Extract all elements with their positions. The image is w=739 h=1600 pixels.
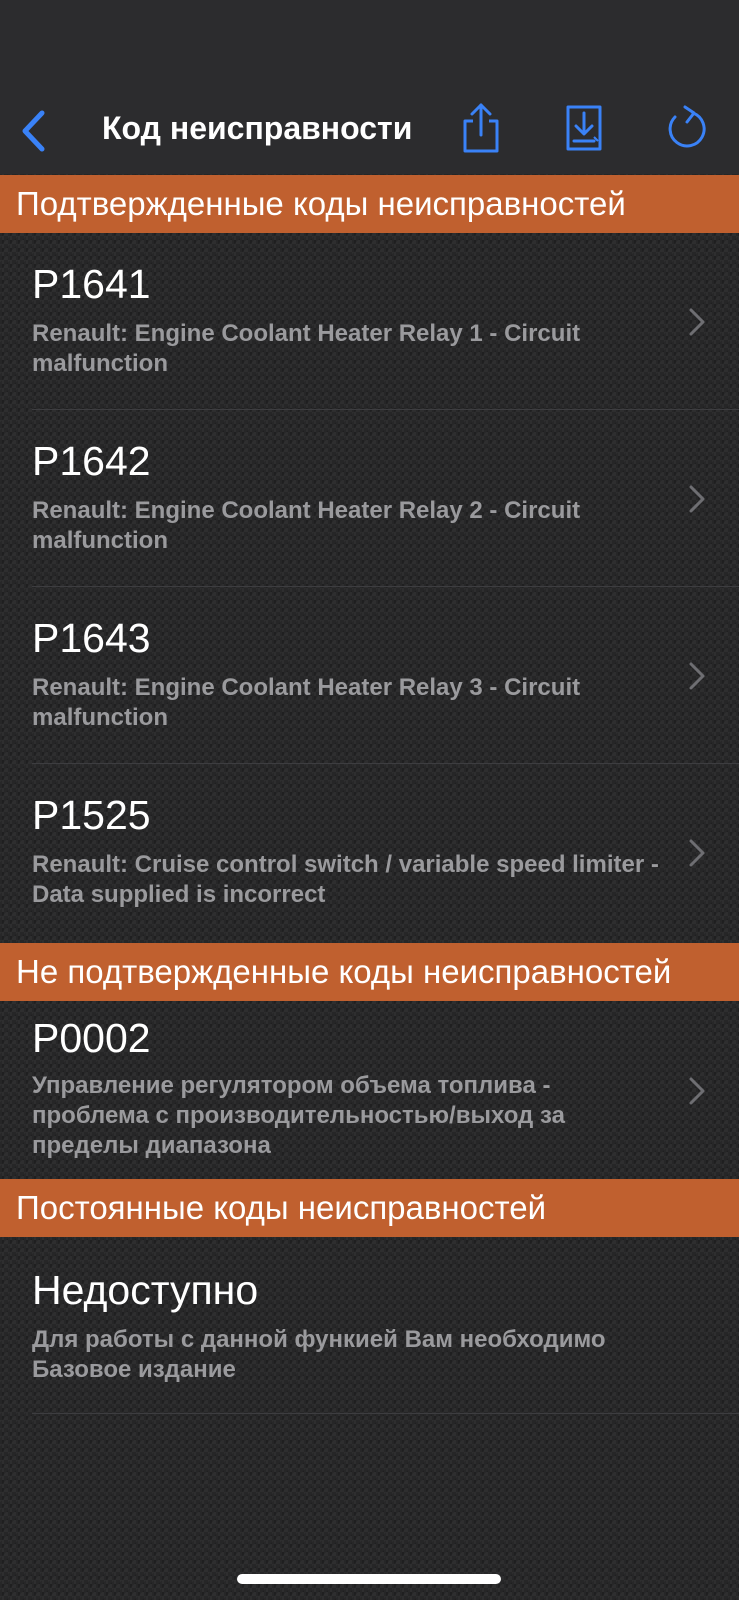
fault-description: Для работы с данной функией Вам необходи… bbox=[32, 1326, 606, 1383]
chevron-right-icon bbox=[689, 485, 705, 513]
fault-description: Renault: Engine Coolant Heater Relay 2 -… bbox=[32, 497, 581, 554]
list-item[interactable]: P1525 Renault: Cruise control switch / v… bbox=[0, 764, 739, 942]
refresh-icon bbox=[668, 105, 706, 148]
refresh-button[interactable] bbox=[660, 100, 712, 156]
fault-description: Renault: Cruise control switch / variabl… bbox=[32, 851, 659, 908]
fault-code: P0002 bbox=[32, 1015, 151, 1061]
list-item[interactable]: P1643 Renault: Engine Coolant Heater Rel… bbox=[0, 587, 739, 764]
share-icon bbox=[463, 103, 499, 153]
chevron-right-icon bbox=[689, 839, 705, 867]
screen: Код неисправности Подтвержденные коды не… bbox=[0, 0, 739, 1600]
back-button[interactable] bbox=[14, 106, 54, 156]
fault-code: P1642 bbox=[32, 438, 151, 484]
list-item[interactable]: P0002 Управление регулятором объема топл… bbox=[0, 1001, 739, 1179]
section-header-unconfirmed: Не подтвержденные коды неисправностей bbox=[0, 943, 739, 1001]
share-button[interactable] bbox=[455, 100, 507, 156]
chevron-right-icon bbox=[689, 308, 705, 336]
fault-description: Renault: Engine Coolant Heater Relay 3 -… bbox=[32, 674, 581, 731]
section-header-permanent: Постоянные коды неисправностей bbox=[0, 1179, 739, 1237]
home-indicator[interactable] bbox=[237, 1574, 501, 1584]
fault-code: P1641 bbox=[32, 261, 151, 307]
fault-code: Недоступно bbox=[32, 1267, 259, 1313]
download-doc-icon bbox=[566, 105, 602, 151]
chevron-right-icon bbox=[689, 1077, 705, 1105]
list-item: Недоступно Для работы с данной функией В… bbox=[0, 1237, 739, 1414]
section-header-confirmed: Подтвержденные коды неисправностей bbox=[0, 175, 739, 233]
fault-description: Renault: Engine Coolant Heater Relay 1 -… bbox=[32, 320, 581, 377]
save-button[interactable] bbox=[558, 100, 610, 156]
divider bbox=[32, 1413, 739, 1414]
navigation-bar: Код неисправности bbox=[0, 0, 739, 174]
chevron-left-icon bbox=[22, 110, 45, 152]
page-title: Код неисправности bbox=[102, 110, 413, 146]
fault-description: Управление регулятором объема топлива - … bbox=[32, 1072, 565, 1159]
chevron-right-icon bbox=[689, 662, 705, 690]
list-item[interactable]: P1641 Renault: Engine Coolant Heater Rel… bbox=[0, 233, 739, 410]
fault-code: P1525 bbox=[32, 792, 151, 838]
list-item[interactable]: P1642 Renault: Engine Coolant Heater Rel… bbox=[0, 410, 739, 587]
fault-code: P1643 bbox=[32, 615, 151, 661]
